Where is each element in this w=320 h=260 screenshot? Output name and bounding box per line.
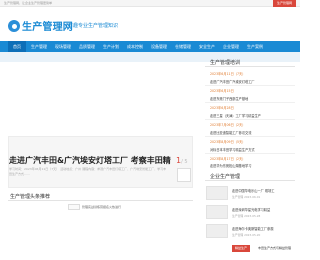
training-link[interactable]: 走进三星（天津）工厂学习精益生产	[210, 113, 261, 118]
news-section-title: 生产管理头条推荐	[10, 194, 51, 200]
list-separator	[205, 136, 295, 137]
nav-item-planning[interactable]: 生产计划	[100, 41, 122, 52]
enterprise-article-link[interactable]: 走进深圳华星光电学习精益	[232, 207, 270, 212]
training-link[interactable]: 走进广汽丰田广汽埃安灯塔工厂	[210, 79, 255, 84]
enterprise-article-meta: 生产管理 2023-05-28	[232, 214, 261, 218]
training-date: 2023年6月11日（7天）	[210, 72, 246, 76]
nav-item-cost[interactable]: 成本控制	[124, 41, 146, 52]
training-date: 2023年8月17日（2天）	[210, 157, 246, 161]
nav-item-production[interactable]: 生产管理	[28, 41, 50, 52]
enterprise-article-link[interactable]: 走进海尔卡奥斯智能工厂参观	[232, 226, 273, 231]
site-slogan: 有趣专业生产管理知识	[68, 23, 119, 29]
training-link[interactable]: 走进比亚迪智能工厂参访交流	[210, 130, 251, 135]
top-bar: 生产管理网，让企业生产管理更简单 生产管理网	[0, 0, 300, 7]
list-separator	[205, 119, 295, 120]
category-badge[interactable]: 精益生产	[232, 245, 251, 252]
topbar-tagline: 生产管理网，让企业生产管理更简单	[4, 1, 53, 5]
list-separator	[205, 102, 295, 103]
news-image-caption[interactable]: 管理实战训练营报名火热进行	[82, 205, 121, 209]
badge-article-link[interactable]: 丰田生产方式与精益管理	[258, 246, 291, 250]
training-date: 2023年6月15日	[210, 89, 234, 93]
training-section-title: 生产管理培训	[210, 60, 241, 66]
news-image[interactable]	[68, 204, 80, 210]
training-date: 2023年7月06日（2天）	[210, 123, 246, 127]
site-header: 生产管理网 有趣专业生产管理知识	[0, 7, 300, 41]
training-date: 2023年8月09日（5天）	[210, 140, 246, 144]
training-date: 2023年6月28日	[210, 106, 234, 110]
nav-item-enterprise[interactable]: 企业管理	[220, 41, 242, 52]
training-link[interactable]: 走进华为东莞松山湖基地学习	[210, 163, 251, 168]
section-divider	[205, 180, 295, 181]
site-logo-text[interactable]: 生产管理网	[22, 18, 73, 33]
nav-item-equipment[interactable]: 设备管理	[148, 41, 170, 52]
section-divider	[8, 200, 193, 201]
nav-item-safety[interactable]: 安全生产	[196, 41, 218, 52]
article-thumbnail[interactable]	[206, 186, 228, 200]
training-link[interactable]: 走进东莞门子西部生产基地	[210, 96, 248, 101]
nav-item-onsite[interactable]: 现场管理	[52, 41, 74, 52]
featured-meta: 学习时间：2023年06月11日（7天） 活动地点：广州 课程内容：参观广汽丰田…	[9, 167, 167, 176]
nav-item-warehouse[interactable]: 仓储管理	[172, 41, 194, 52]
topbar-home-button[interactable]: 生产管理网	[272, 0, 296, 7]
section-divider	[205, 66, 295, 67]
enterprise-article-meta: 生产管理 2023-05-20	[232, 233, 261, 237]
banner-thumbnail[interactable]	[177, 168, 191, 182]
list-separator	[205, 153, 295, 154]
article-thumbnail[interactable]	[206, 224, 228, 238]
article-thumbnail[interactable]	[206, 205, 228, 219]
enterprise-article-link[interactable]: 走进中国华电乐山一厂 现场工	[232, 188, 274, 193]
gear-logo-icon[interactable]	[8, 20, 20, 32]
pager-total: / 5	[181, 159, 188, 165]
nav-item-cases[interactable]: 生产案例	[244, 41, 266, 52]
enterprise-section-title: 企业生产管理	[210, 174, 241, 180]
list-separator	[205, 85, 295, 86]
banner-pager: 1/ 5	[176, 156, 188, 165]
training-link[interactable]: 对标日本丰田学习精益生产方式	[210, 147, 255, 152]
nav-item-home[interactable]: 首页	[8, 41, 26, 52]
enterprise-article-meta: 生产管理 2023-06-01	[232, 195, 261, 199]
nav-item-quality[interactable]: 品质管理	[76, 41, 98, 52]
nav-sub-band	[0, 52, 300, 62]
featured-title[interactable]: 走进广汽丰田&广汽埃安灯塔工厂 考察丰田精	[9, 155, 171, 166]
main-nav: 首页 生产管理 现场管理 品质管理 生产计划 成本控制 设备管理 仓储管理 安全…	[0, 41, 300, 52]
